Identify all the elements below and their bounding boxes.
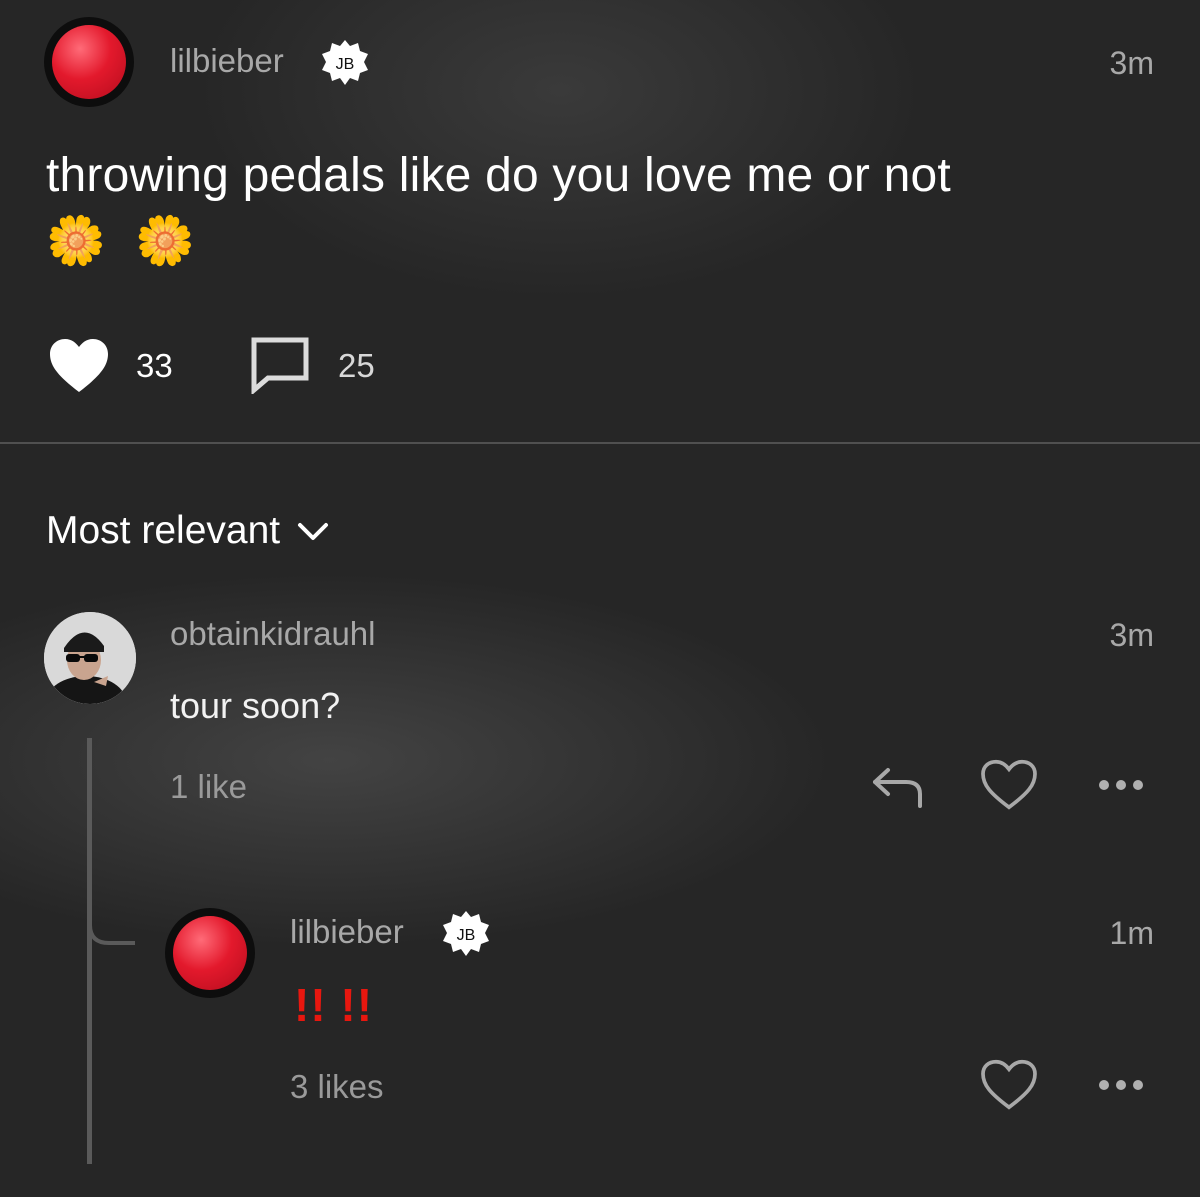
- reply-likes[interactable]: 3 likes: [290, 1068, 384, 1106]
- verified-badge-icon: JB: [322, 40, 368, 85]
- more-icon[interactable]: [1096, 775, 1146, 795]
- svg-text:JB: JB: [336, 56, 355, 73]
- reply-text: !! !!: [294, 979, 374, 1031]
- heart-filled-icon[interactable]: [48, 338, 110, 394]
- post-text: throwing pedals like do you love me or n…: [46, 149, 951, 202]
- post-timestamp: 3m: [1109, 45, 1154, 81]
- heart-outline-icon[interactable]: [980, 1059, 1038, 1111]
- more-icon[interactable]: [1096, 1075, 1146, 1095]
- commenter-avatar[interactable]: [44, 612, 136, 704]
- comment-icon[interactable]: [250, 336, 310, 394]
- post-author-avatar[interactable]: [44, 17, 134, 107]
- divider: [0, 442, 1200, 444]
- reply-author-avatar[interactable]: [165, 908, 255, 998]
- reply-author-username[interactable]: lilbieber: [290, 913, 404, 951]
- comment-likes[interactable]: 1 like: [170, 768, 247, 806]
- comment-timestamp: 3m: [1109, 617, 1154, 653]
- heart-outline-icon[interactable]: [980, 759, 1038, 811]
- post-author-username[interactable]: lilbieber: [170, 42, 284, 80]
- post-emojis: 🌼 🌼: [46, 215, 203, 268]
- comments-count: 25: [338, 347, 375, 384]
- thread-connector: [88, 885, 135, 945]
- svg-text:JB: JB: [457, 927, 476, 944]
- sort-label: Most relevant: [46, 509, 281, 552]
- reply-timestamp: 1m: [1109, 915, 1154, 951]
- sort-dropdown[interactable]: Most relevant: [46, 509, 330, 553]
- commenter-username[interactable]: obtainkidrauhl: [170, 615, 375, 653]
- verified-badge-icon: JB: [443, 911, 489, 956]
- reply-icon[interactable]: [870, 764, 926, 808]
- chevron-down-icon: [298, 523, 329, 540]
- likes-count: 33: [136, 347, 173, 384]
- comment-text: tour soon?: [170, 685, 341, 726]
